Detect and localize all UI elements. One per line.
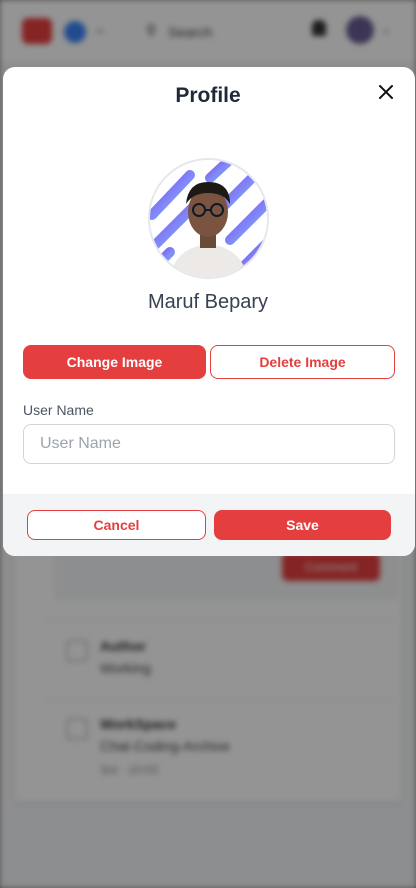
close-icon (379, 85, 393, 99)
profile-avatar (148, 158, 269, 279)
username-input[interactable] (23, 424, 395, 464)
profile-user-name: Maruf Bepary (147, 291, 269, 313)
cancel-button[interactable]: Cancel (27, 510, 206, 540)
username-label: User Name (23, 402, 94, 418)
modal-title: Profile (175, 84, 241, 107)
profile-photo (150, 160, 267, 277)
delete-image-button[interactable]: Delete Image (210, 345, 395, 379)
change-image-button[interactable]: Change Image (23, 345, 206, 379)
save-button[interactable]: Save (214, 510, 391, 540)
close-button[interactable] (375, 81, 397, 103)
